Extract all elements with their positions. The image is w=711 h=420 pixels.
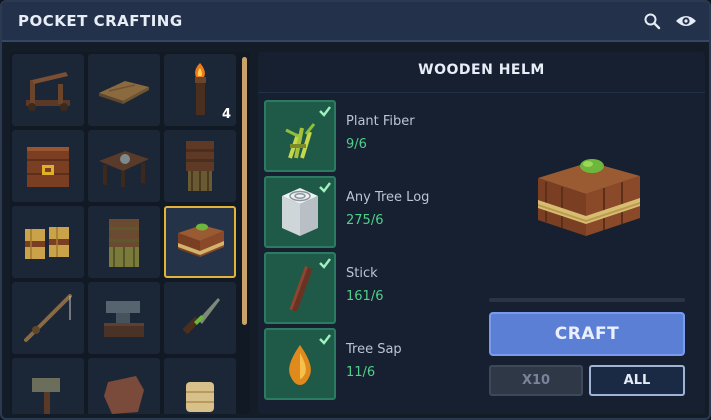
stick-icon [289, 266, 312, 312]
plant-fiber-icon [285, 123, 316, 159]
recipe-slot-grass-armor[interactable] [88, 206, 160, 278]
ingredient-list: Plant Fiber 9/6 Any Tree Log 275/6 Stick… [264, 100, 474, 404]
recipe-title: WOODEN HELM [418, 62, 545, 78]
catapult-icon [26, 72, 70, 111]
ingredient-name: Tree Sap [346, 342, 402, 357]
eye-icon[interactable] [675, 10, 697, 32]
fishing-rod-icon [24, 294, 72, 342]
recipe-slot-wooden-armor[interactable] [164, 130, 236, 202]
recipe-slot-wooden-plank[interactable] [88, 54, 160, 126]
grass-armor-icon [109, 219, 139, 267]
recipe-grid-panel: 4 [10, 52, 250, 414]
workbench-table-icon [99, 151, 149, 187]
item-count: 4 [221, 107, 231, 122]
recipe-slot-wooden-chest[interactable] [12, 130, 84, 202]
craft-x10-button[interactable]: X10 [489, 365, 583, 396]
ingredient-info: Tree Sap 11/6 [346, 328, 402, 380]
recipe-slot-catapult[interactable] [12, 54, 84, 126]
stone-knife-icon [182, 298, 220, 335]
stone-hammer-icon [32, 378, 60, 414]
wooden-plank-icon [99, 81, 149, 104]
ingredient-slot[interactable] [264, 252, 336, 324]
wooden-chest-icon [27, 147, 69, 187]
straw-boots-icon [25, 227, 69, 259]
ingredient-quantity: 9/6 [346, 137, 367, 152]
craft-all-button[interactable]: ALL [589, 365, 685, 396]
ingredient-info: Any Tree Log 275/6 [346, 176, 429, 228]
anvil-icon [104, 301, 144, 337]
divider [258, 92, 705, 93]
ingredient-quantity: 275/6 [346, 213, 384, 228]
item-preview [528, 132, 648, 252]
ingredient-slot[interactable] [264, 176, 336, 248]
recipe-slot-leather-item[interactable] [88, 358, 160, 414]
ingredient-slot[interactable] [264, 328, 336, 400]
torch-icon [195, 63, 206, 115]
check-icon [319, 106, 331, 117]
leather-item-icon [104, 376, 144, 414]
craft-button[interactable]: CRAFT [489, 312, 685, 356]
recipe-detail-panel: WOODEN HELM Plant Fiber 9/6 Any Tree Log… [258, 52, 705, 414]
wooden-helm-icon [538, 159, 640, 236]
check-icon [319, 258, 331, 269]
grid-scrollbar[interactable] [242, 57, 247, 325]
wooden-armor-icon [186, 141, 214, 191]
ingredient-row: Stick 161/6 [264, 252, 474, 328]
check-icon [319, 182, 331, 193]
recipe-slot-torch[interactable]: 4 [164, 54, 236, 126]
recipe-slot-workbench-table[interactable] [88, 130, 160, 202]
recipe-slot-stone-knife[interactable] [164, 282, 236, 354]
title-actions [641, 10, 697, 32]
search-icon[interactable] [641, 10, 663, 32]
ingredient-slot[interactable] [264, 100, 336, 172]
ingredient-name: Stick [346, 266, 378, 281]
recipe-slot-straw-boots[interactable] [12, 206, 84, 278]
ingredient-quantity: 161/6 [346, 289, 384, 304]
craft-progress-bar [489, 298, 685, 302]
recipe-slot-wooden-helm[interactable] [164, 206, 236, 278]
recipe-slot-anvil[interactable] [88, 282, 160, 354]
window-title: POCKET CRAFTING [18, 12, 183, 30]
recipe-slot-fishing-rod[interactable] [12, 282, 84, 354]
ingredient-row: Any Tree Log 275/6 [264, 176, 474, 252]
tree-sap-icon [289, 345, 311, 385]
bandage-roll-icon [186, 382, 214, 412]
wooden-helm-icon [178, 223, 224, 257]
title-bar: POCKET CRAFTING [2, 2, 709, 42]
pocket-crafting-window: POCKET CRAFTING 4 WOODEN HELM Plant Fibe… [0, 0, 711, 420]
check-icon [319, 334, 331, 345]
recipe-grid: 4 [12, 54, 242, 414]
ingredient-info: Stick 161/6 [346, 252, 383, 304]
recipe-slot-bandage-roll[interactable] [164, 358, 236, 414]
ingredient-row: Plant Fiber 9/6 [264, 100, 474, 176]
ingredient-name: Plant Fiber [346, 114, 415, 129]
ingredient-row: Tree Sap 11/6 [264, 328, 474, 404]
ingredient-name: Any Tree Log [346, 190, 430, 205]
recipe-slot-stone-hammer[interactable] [12, 358, 84, 414]
ingredient-info: Plant Fiber 9/6 [346, 100, 415, 152]
ingredient-quantity: 11/6 [346, 365, 376, 380]
